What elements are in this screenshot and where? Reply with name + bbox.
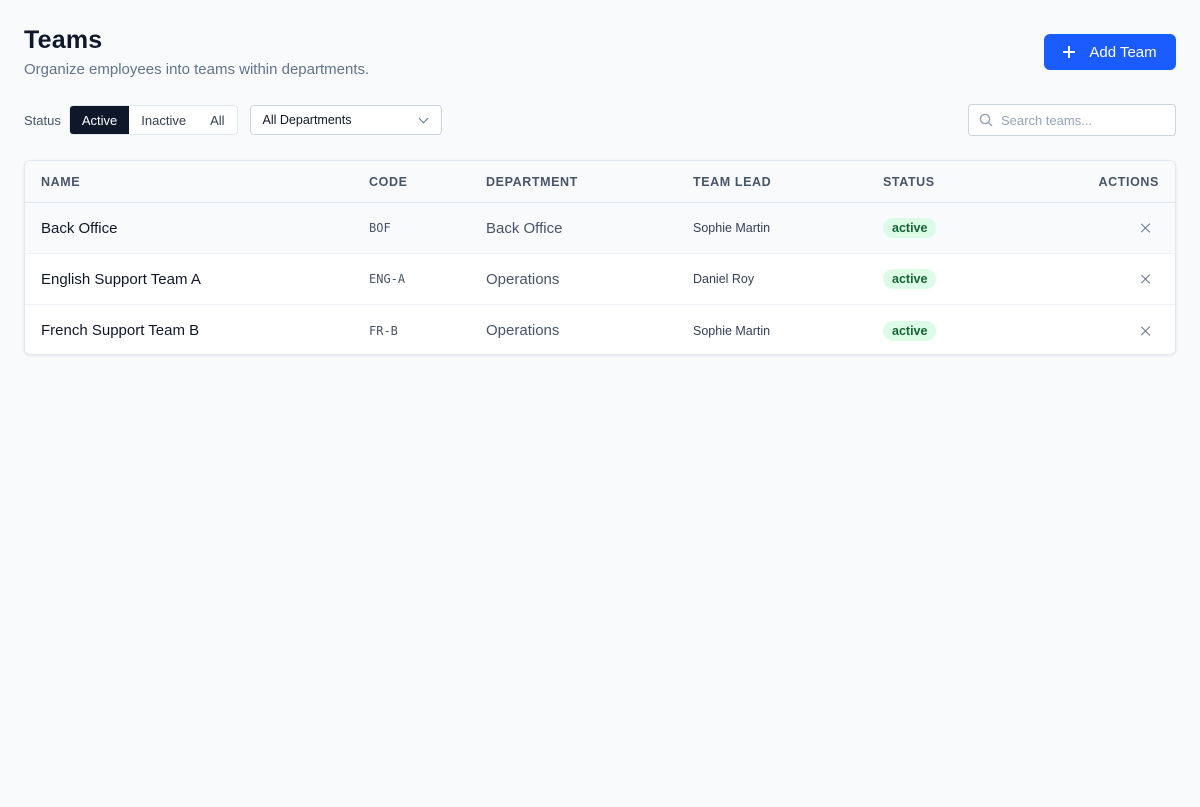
team-name: French Support Team B [41, 322, 200, 339]
page-title: Teams [24, 26, 103, 54]
table-row[interactable]: English Support Team A ENG-A Operations … [25, 254, 1175, 305]
department-select-value: All Departments [262, 113, 352, 127]
table-row[interactable]: Back Office BOF Back Office Sophie Marti… [25, 203, 1175, 254]
status-option-inactive[interactable]: Inactive [129, 106, 198, 134]
status-option-active[interactable]: Active [69, 106, 130, 134]
team-code: ENG-A [369, 272, 406, 286]
header-team-lead[interactable]: TEAM LEAD [693, 175, 771, 189]
table-row[interactable]: French Support Team B FR-B Operations So… [25, 305, 1175, 354]
add-team-label: Add Team [1089, 43, 1157, 61]
header-name[interactable]: NAME [41, 175, 80, 189]
department-select[interactable]: All Departments [249, 105, 442, 135]
page-subtitle: Organize employees into teams within dep… [24, 61, 370, 78]
header-code[interactable]: CODE [369, 175, 408, 189]
team-department: Back Office [486, 219, 563, 237]
status-filter-segmented: Active Inactive All [68, 105, 238, 135]
team-name: Back Office [41, 219, 118, 237]
search-icon [979, 113, 993, 127]
status-badge: active [883, 218, 937, 238]
page-header: Teams Organize employees into teams with… [24, 24, 369, 80]
close-icon[interactable] [1139, 221, 1153, 235]
team-department: Operations [486, 270, 560, 288]
status-option-all[interactable]: All [198, 106, 236, 134]
close-icon[interactable] [1139, 324, 1153, 338]
team-lead: Sophie Martin [693, 221, 771, 235]
search-box [968, 104, 1176, 136]
header-department[interactable]: DEPARTMENT [486, 175, 578, 189]
chevron-down-icon [418, 113, 428, 123]
status-badge: active [883, 269, 937, 289]
table-header: NAME CODE DEPARTMENT TEAM LEAD STATUS AC… [25, 161, 1175, 203]
team-lead: Daniel Roy [693, 272, 755, 286]
close-icon[interactable] [1139, 272, 1153, 286]
team-code: BOF [369, 221, 391, 235]
status-badge: active [883, 320, 937, 341]
plus-icon [1063, 46, 1076, 58]
search-input[interactable] [1001, 112, 1161, 128]
team-lead: Sophie Martin [693, 323, 771, 338]
add-team-button[interactable]: Add Team [1044, 34, 1176, 70]
header-status[interactable]: STATUS [883, 175, 935, 189]
status-filter-label: Status [24, 112, 61, 128]
team-code: FR-B [369, 323, 398, 338]
team-department: Operations [486, 322, 560, 339]
team-name: English Support Team A [41, 270, 201, 288]
filter-bar: Status Active Inactive All All Departmen… [24, 105, 442, 135]
header-actions: ACTIONS [1098, 174, 1159, 189]
teams-table: NAME CODE DEPARTMENT TEAM LEAD STATUS AC… [24, 160, 1176, 355]
